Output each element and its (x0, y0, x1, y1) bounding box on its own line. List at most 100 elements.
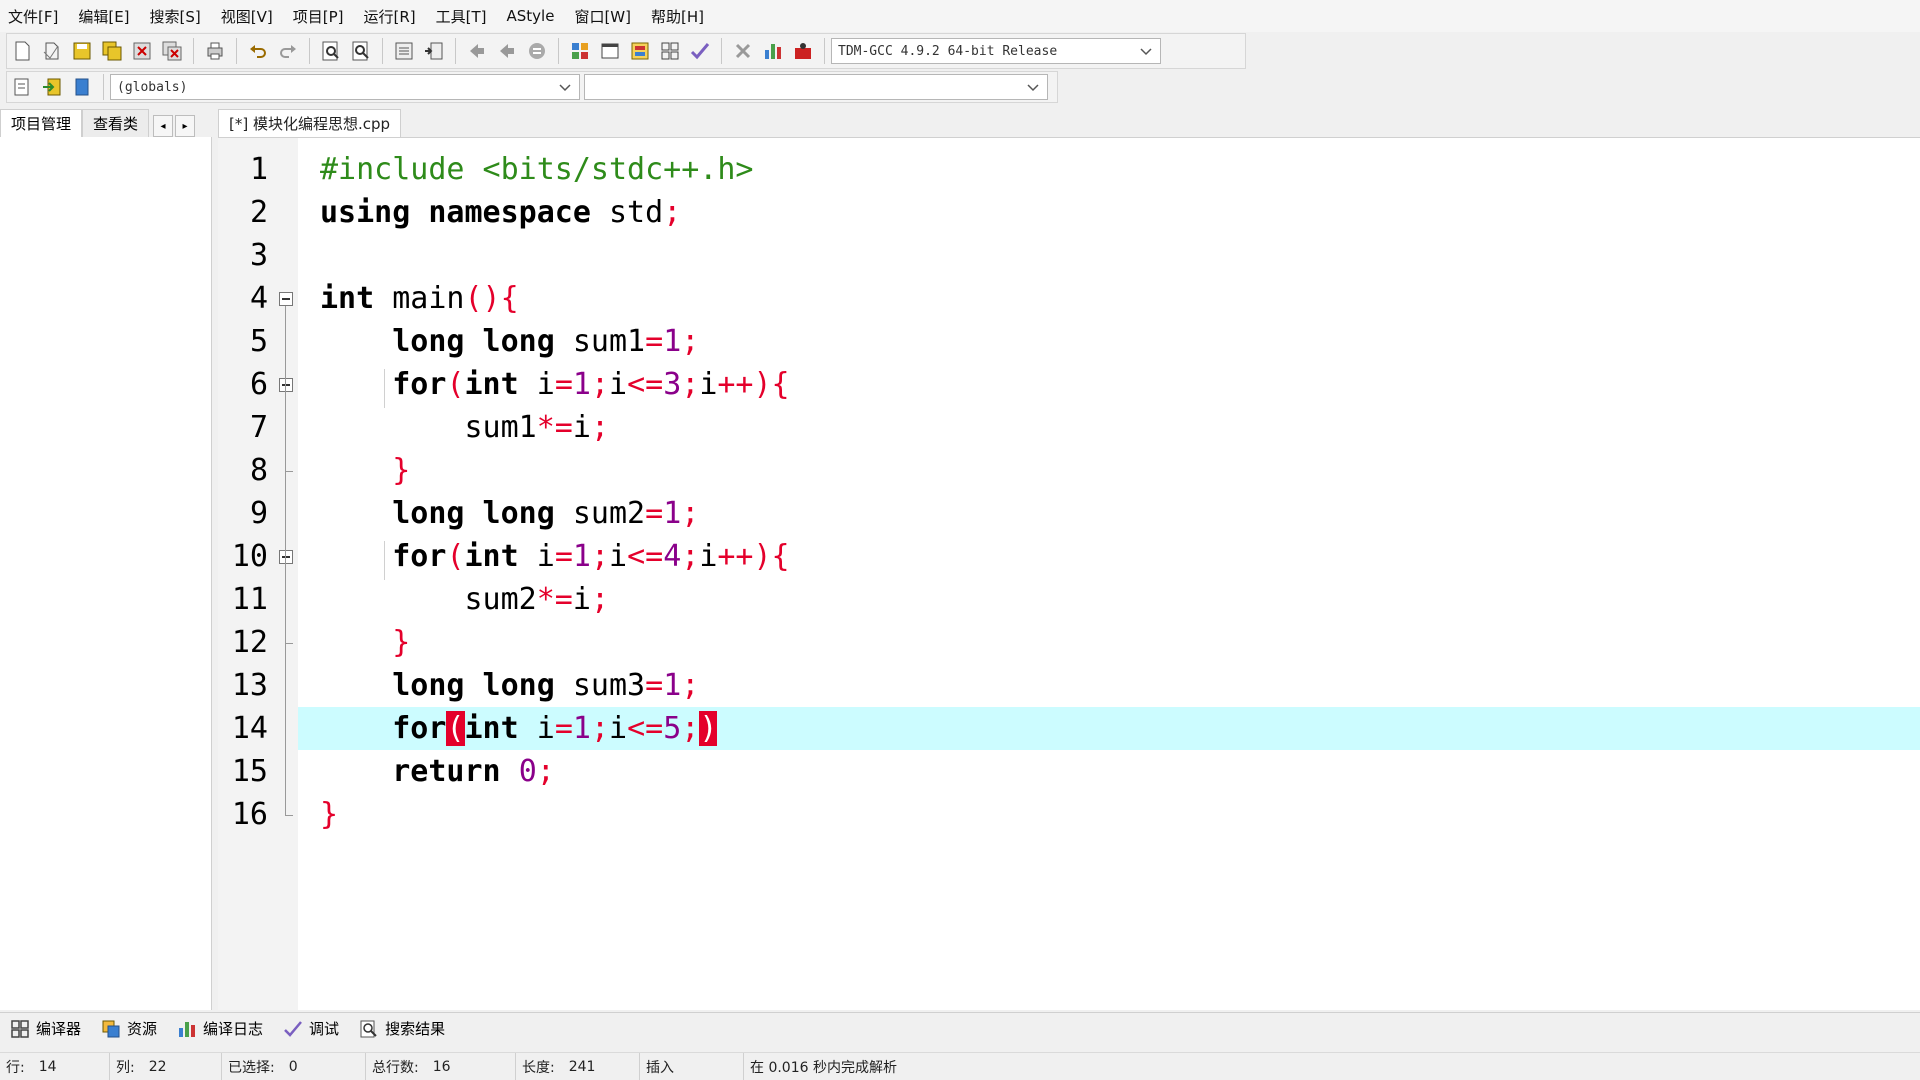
indent-button[interactable] (420, 37, 448, 65)
code-token: 1 (663, 324, 682, 359)
code-token: 4 (663, 539, 682, 574)
menu-view[interactable]: 视图[V] (221, 6, 273, 27)
code-line[interactable]: 1 #include <bits/stdc++.h> (250, 148, 1920, 191)
new-project-button[interactable] (566, 37, 594, 65)
status-row-label: 行: (6, 1059, 25, 1076)
indent-guide (384, 541, 385, 580)
menubar: 文件[F] 编辑[E] 搜索[S] 视图[V] 项目[P] 运行[R] 工具[T… (0, 0, 1920, 32)
insert-button[interactable] (8, 73, 36, 101)
new-file-button[interactable] (8, 37, 36, 65)
code-token: sum2 (554, 496, 646, 531)
tab-compile-log[interactable]: 编译日志 (167, 1014, 273, 1044)
tab-search-results[interactable]: 搜索结果 (349, 1014, 455, 1044)
tab-scroll-right-button[interactable]: ▸ (175, 115, 196, 137)
window-button[interactable] (596, 37, 624, 65)
menu-help[interactable]: 帮助[H] (651, 6, 704, 27)
editor-tab-file[interactable]: [*] 模块化编程思想.cpp (218, 109, 402, 137)
class-browser-button[interactable] (656, 37, 684, 65)
code-token: for (392, 539, 447, 574)
code-line[interactable]: 5 long long sum1=1; (250, 320, 1920, 363)
close-all-button[interactable] (158, 37, 186, 65)
menu-project[interactable]: 项目[P] (293, 6, 344, 27)
code-line[interactable]: 12 } (232, 621, 1920, 664)
left-panel-tabs: 项目管理 查看类 ◂ ▸ (0, 107, 212, 137)
code-token: <= (627, 711, 664, 746)
stop-button[interactable] (729, 37, 757, 65)
goto-line-button[interactable] (390, 37, 418, 65)
line-number: 5 (249, 324, 268, 359)
code-token: <= (627, 539, 664, 574)
code-line[interactable]: 11 sum2*=i; (232, 578, 1920, 621)
fold-toggle[interactable] (279, 549, 293, 564)
tab-class-browser[interactable]: 查看类 (82, 109, 150, 137)
code-token: ; (681, 539, 700, 574)
code-line[interactable]: 8 } (250, 449, 1920, 492)
menu-search[interactable]: 搜索[S] (150, 6, 201, 27)
goto-declaration-button[interactable] (38, 73, 66, 101)
code-token: return (392, 754, 501, 789)
scope-select[interactable]: (globals) (110, 74, 580, 100)
debug-button[interactable] (789, 37, 817, 65)
syntax-check-button[interactable] (686, 37, 714, 65)
replace-button[interactable] (347, 37, 375, 65)
status-total-lines-label: 总行数: (372, 1059, 419, 1076)
code-token: ; (681, 496, 700, 531)
close-file-button[interactable] (128, 37, 156, 65)
code-line[interactable]: 13 long long sum3=1; (232, 664, 1920, 707)
tiles-icon (661, 42, 679, 60)
tab-project-manager[interactable]: 项目管理 (0, 109, 83, 137)
code-line[interactable]: 15 return 0; (232, 750, 1920, 793)
code-editor[interactable]: 1 #include <bits/stdc++.h> 2 using namespac… (218, 137, 1920, 1010)
fold-toggle[interactable] (279, 291, 293, 306)
code-token: int (464, 367, 519, 402)
menu-file[interactable]: 文件[F] (8, 6, 58, 27)
tab-debug[interactable]: 调试 (273, 1014, 349, 1044)
code-token: long long (392, 668, 555, 703)
line-number: 6 (249, 367, 268, 402)
chevron-down-icon (1140, 48, 1152, 56)
bookmark-icon (75, 78, 89, 96)
open-file-button[interactable] (38, 37, 66, 65)
project-options-button[interactable] (626, 37, 654, 65)
code-line[interactable]: 9 long long sum2=1; (250, 492, 1920, 535)
line-number: 9 (249, 496, 268, 531)
find-button[interactable] (317, 37, 345, 65)
code-line[interactable]: 14 for(int i=1;i<=5;) (232, 707, 1920, 750)
prev-bookmark-button[interactable] (463, 37, 491, 65)
tab-compiler[interactable]: 编译器 (0, 1014, 91, 1044)
code-line[interactable]: 3 (250, 234, 1920, 277)
code-line[interactable]: 16} (232, 793, 1920, 836)
menu-astyle[interactable]: AStyle (507, 7, 555, 25)
menu-tools[interactable]: 工具[T] (436, 6, 487, 27)
project-tree-panel[interactable] (0, 137, 212, 1010)
chevron-down-icon (1027, 84, 1039, 92)
code-line[interactable]: 2 using namespace std; (250, 191, 1920, 234)
compiler-select[interactable]: TDM-GCC 4.9.2 64-bit Release (831, 38, 1161, 64)
toggle-comment-button[interactable] (523, 37, 551, 65)
code-token: } (392, 625, 411, 660)
status-insert-mode-value: 插入 (646, 1059, 674, 1076)
tab-scroll-left-button[interactable]: ◂ (153, 115, 174, 137)
code-line[interactable]: 10 for(int i=1;i<=4;i++){ (232, 535, 1920, 578)
save-button[interactable] (68, 37, 96, 65)
fold-toggle[interactable] (279, 377, 293, 392)
goto-definition-button[interactable] (68, 73, 96, 101)
code-area[interactable]: 1 #include <bits/stdc++.h> 2 using namespac… (232, 138, 1920, 1010)
code-line[interactable]: 4 int main(){ (250, 277, 1920, 320)
print-button[interactable] (201, 37, 229, 65)
menu-edit[interactable]: 编辑[E] (78, 6, 129, 27)
code-line[interactable]: 6 for(int i=1;i<=3;i++){ (250, 363, 1920, 406)
undo-button[interactable] (244, 37, 272, 65)
tab-resources[interactable]: 资源 (91, 1014, 167, 1044)
next-bookmark-button[interactable] (493, 37, 521, 65)
save-all-button[interactable] (98, 37, 126, 65)
menu-run[interactable]: 运行[R] (363, 6, 415, 27)
profile-button[interactable] (759, 37, 787, 65)
redo-button[interactable] (274, 37, 302, 65)
menu-window[interactable]: 窗口[W] (574, 6, 631, 27)
symbol-select[interactable] (584, 74, 1048, 100)
scope-select-value: (globals) (117, 79, 188, 95)
code-line[interactable]: 7 sum1*=i; (250, 406, 1920, 449)
